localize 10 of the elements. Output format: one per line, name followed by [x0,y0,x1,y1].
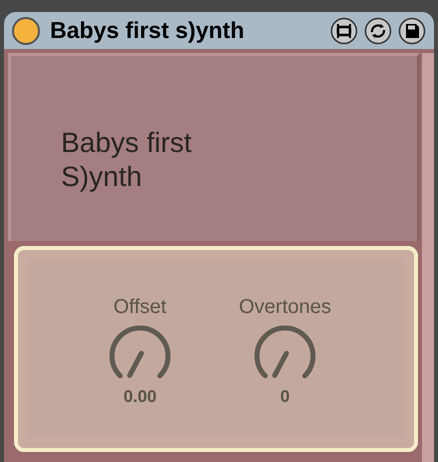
resize-icon[interactable] [330,16,358,44]
knob-label: Overtones [238,295,332,320]
knob-value: 0.00 [123,386,157,408]
device-heading: Babys first S)ynth [61,126,193,194]
save-icon[interactable] [398,16,426,44]
knob-value: 0 [280,386,290,408]
window-title: Babys first s)ynth [50,16,246,46]
swap-icon[interactable] [364,16,392,44]
device-on-toggle[interactable] [12,16,40,44]
knob-label: Offset [114,295,166,320]
